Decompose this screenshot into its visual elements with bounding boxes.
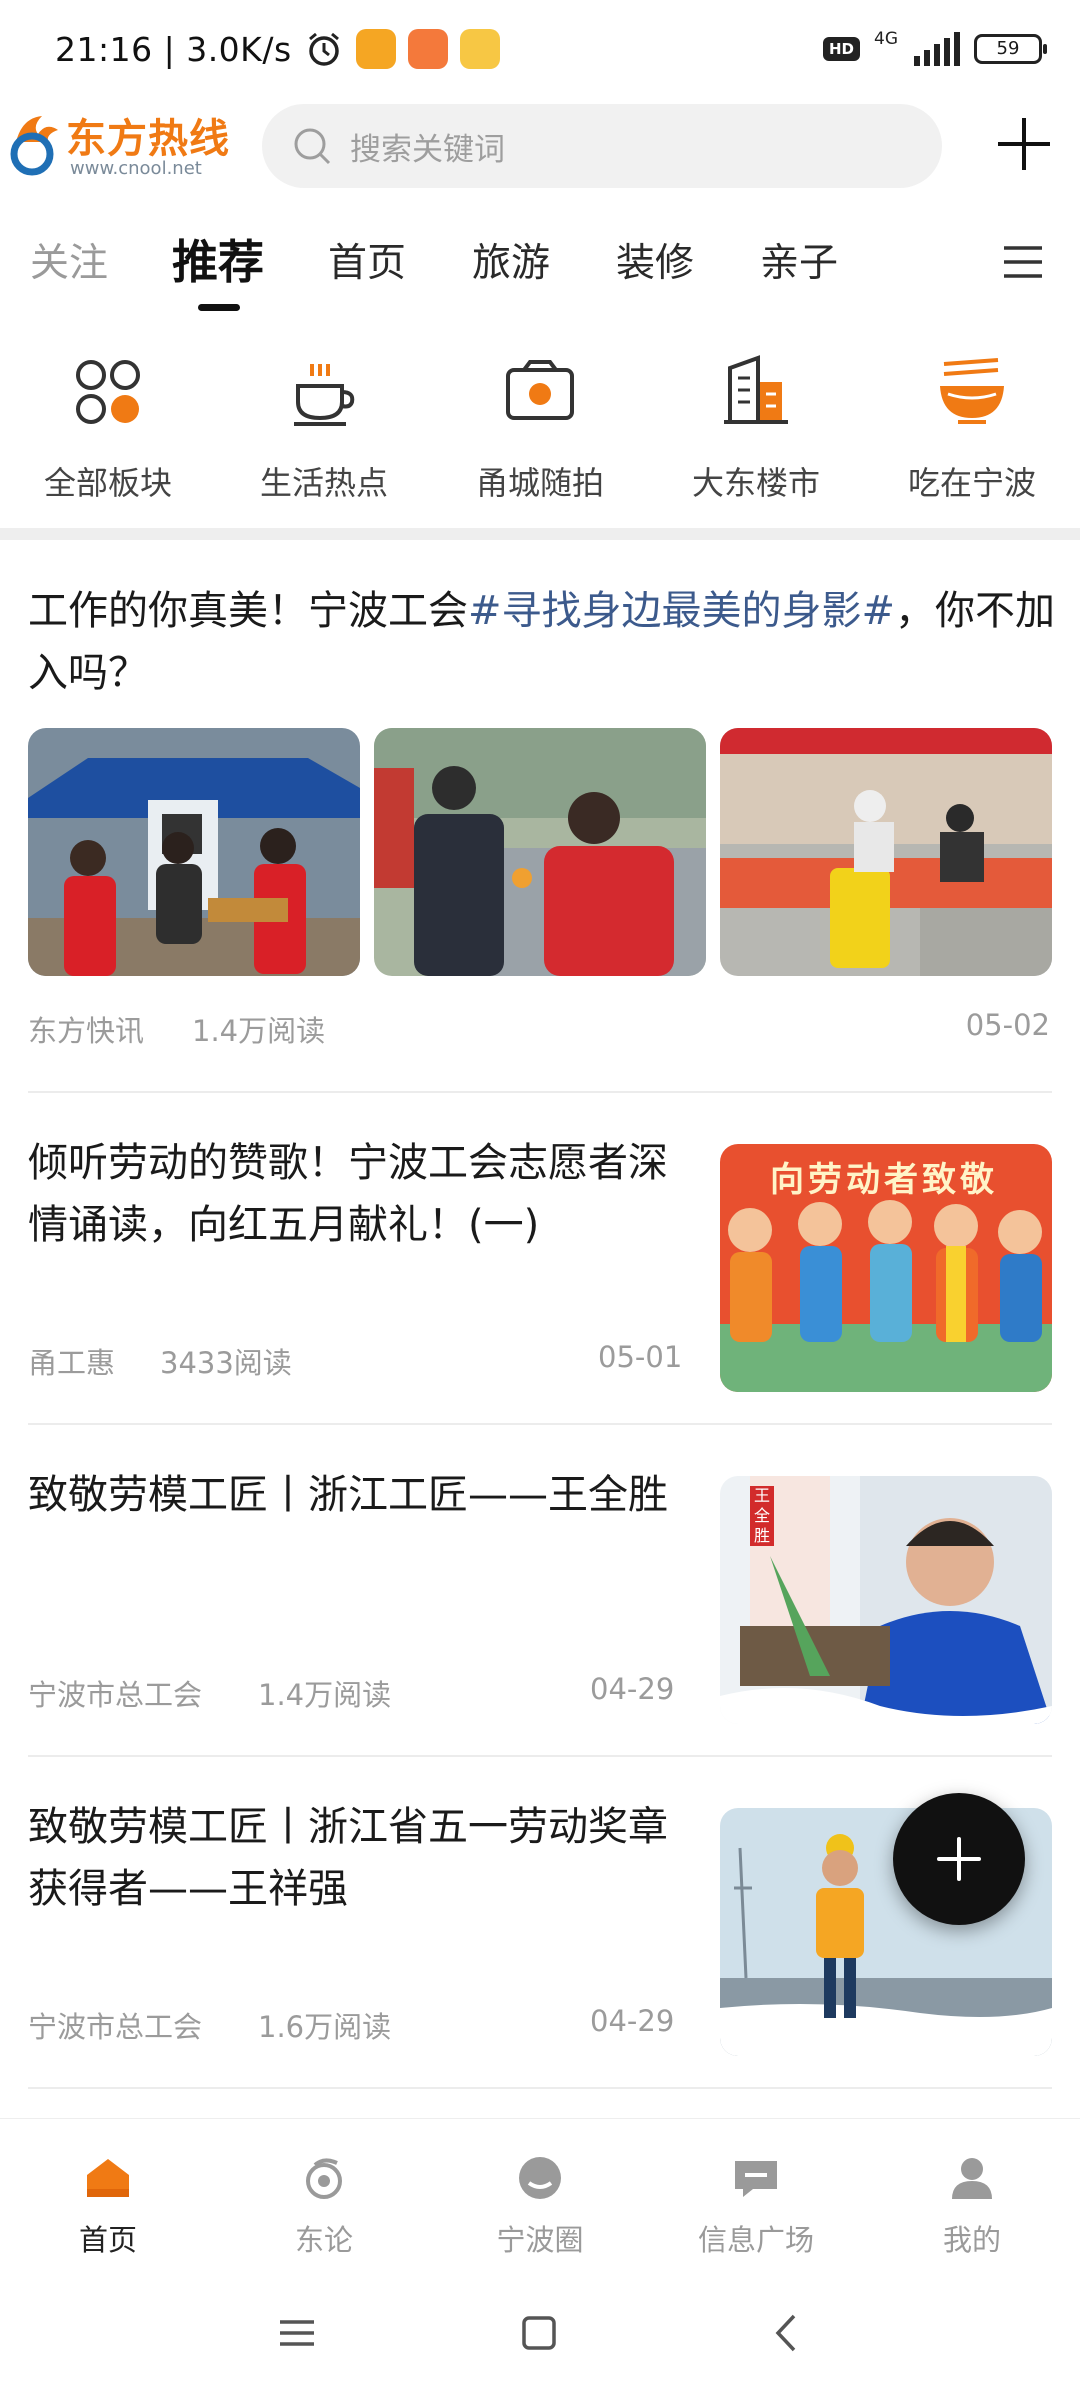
hd-badge: HD (822, 37, 860, 61)
tab-recommend[interactable]: 推荐 (172, 226, 264, 292)
nav-home[interactable]: 首页 (0, 2155, 216, 2259)
coffee-cup-icon (294, 364, 355, 426)
category-label: 吃在宁波 (907, 464, 1036, 502)
logo[interactable]: 东方热线 www.cnool.net (0, 106, 240, 190)
forum-icon (306, 2158, 342, 2199)
grid-icon (76, 360, 140, 424)
feed-item[interactable]: 致敬劳模工匠丨浙江工匠——王全胜 宁波市总工会 1.4万阅读 04-29 王全胜 (0, 1440, 1080, 1772)
shop-notification-icon (407, 29, 448, 69)
nav-ningbo-circle[interactable]: 宁波圈 (432, 2155, 648, 2259)
article-source: 宁波市总工会 (28, 2010, 203, 2044)
category-all-sections[interactable]: 全部板块 (0, 352, 216, 504)
hashtag-link[interactable]: #寻找身边最美的身影# (468, 588, 895, 634)
article-image[interactable] (720, 728, 1052, 976)
tab-follow[interactable]: 关注 (30, 232, 108, 288)
home-icon (87, 2159, 129, 2197)
circle-icon (519, 2157, 561, 2199)
logo-text: 东方热线 (66, 116, 230, 162)
app-notification-icon (355, 29, 396, 69)
system-navigation-bar (0, 2268, 1080, 2400)
feed-separator (28, 1423, 1052, 1425)
search-placeholder: 搜索关键词 (350, 131, 505, 168)
thumbnail-badge: 王全胜 (753, 1486, 770, 1545)
article-thumbnail[interactable]: 王全胜 (720, 1476, 1052, 1724)
category-life-hotspot[interactable]: 生活热点 (216, 352, 432, 504)
article-image[interactable] (374, 728, 706, 976)
article-reads: 1.6万阅读 (258, 2010, 392, 2044)
logo-url: www.cnool.net (70, 158, 202, 179)
message-icon (735, 2161, 777, 2197)
article-title: 工作的你真美！宁波工会#寻找身边最美的身影#，你不加入吗？ (28, 588, 1056, 696)
image-gallery (28, 728, 1052, 976)
category-label: 大东楼市 (691, 464, 820, 502)
article-date: 04-29 (590, 1672, 675, 1706)
nav-label: 首页 (78, 2223, 137, 2257)
nav-label: 信息广场 (697, 2223, 814, 2257)
category-label: 生活热点 (259, 464, 388, 502)
nav-forum[interactable]: 东论 (216, 2155, 432, 2259)
status-bar: 21:16 | 3.0K/s HD 4G 59 (0, 0, 1080, 96)
category-city-snapshots[interactable]: 甬城随拍 (432, 352, 648, 504)
compose-fab-button[interactable] (893, 1793, 1025, 1925)
article-source: 宁波市总工会 (28, 1678, 203, 1712)
weibo-notification-icon (459, 29, 500, 69)
article-reads: 3433阅读 (160, 1346, 292, 1380)
search-icon (294, 128, 331, 165)
recent-apps-icon[interactable] (272, 2308, 322, 2358)
building-icon (724, 355, 788, 424)
search-input[interactable]: 搜索关键词 (262, 104, 942, 188)
category-shortcuts: 全部板块 生活热点 甬城随拍 大东楼市 吃在宁波 (0, 352, 1080, 522)
category-label: 全部板块 (43, 464, 172, 502)
network-type: 4G (874, 28, 898, 49)
category-label: 甬城随拍 (475, 464, 604, 502)
feed-item[interactable]: 工作的你真美！宁波工会#寻找身边最美的身影#，你不加入吗？ 东方快讯 1.4万阅… (0, 560, 1080, 1090)
tab-parenting[interactable]: 亲子 (760, 232, 838, 288)
tab-travel[interactable]: 旅游 (472, 232, 550, 288)
home-button-icon[interactable] (514, 2308, 564, 2358)
app-header: 东方热线 www.cnool.net 搜索关键词 (0, 100, 1080, 196)
camera-icon (506, 360, 574, 420)
logo-mark-icon (10, 116, 58, 176)
category-food-ningbo[interactable]: 吃在宁波 (864, 352, 1080, 504)
nav-label: 宁波圈 (496, 2223, 584, 2257)
feed-separator (28, 2087, 1052, 2089)
article-reads: 1.4万阅读 (258, 1678, 392, 1712)
tab-home[interactable]: 首页 (328, 232, 406, 288)
article-image[interactable] (28, 728, 360, 976)
article-date: 05-02 (965, 1008, 1050, 1042)
back-icon[interactable] (762, 2308, 812, 2358)
alarm-icon (308, 32, 339, 66)
feed-separator (28, 1755, 1052, 1757)
article-thumbnail[interactable]: 向劳动者致敬 (720, 1144, 1052, 1392)
menu-icon[interactable] (1002, 244, 1044, 280)
article-source: 东方快讯 (28, 1014, 145, 1048)
article-reads: 1.4万阅读 (192, 1014, 326, 1048)
status-time: 21:16 | 3.0K/s (55, 29, 292, 69)
add-button[interactable] (994, 114, 1054, 174)
nav-label: 我的 (942, 2223, 1001, 2257)
article-title: 致敬劳模工匠丨浙江省五一劳动奖章获得者——王祥强 (28, 1804, 668, 1912)
active-tab-indicator (198, 304, 240, 311)
profile-icon (952, 2158, 992, 2199)
bottom-navigation: 首页 东论 宁波圈 信息广场 我的 (0, 2118, 1080, 2268)
feed-item[interactable]: 倾听劳动的赞歌！宁波工会志愿者深情诵读，向红五月献礼！(一) 甬工惠 3433阅… (0, 1108, 1080, 1440)
category-real-estate[interactable]: 大东楼市 (648, 352, 864, 504)
article-source: 甬工惠 (28, 1346, 116, 1380)
article-date: 05-01 (598, 1340, 683, 1374)
nav-profile[interactable]: 我的 (864, 2155, 1080, 2259)
thumbnail-caption: 向劳动者致敬 (770, 1160, 998, 1200)
feed-separator (28, 1091, 1052, 1093)
noodle-bowl-icon (940, 358, 1004, 424)
tab-decoration[interactable]: 装修 (616, 232, 694, 288)
article-title: 致敬劳模工匠丨浙江工匠——王全胜 (28, 1472, 668, 1518)
nav-label: 东论 (294, 2223, 353, 2257)
section-divider (0, 528, 1080, 540)
channel-tabs: 关注 推荐 首页 旅游 装修 亲子 (0, 220, 1080, 316)
article-title: 倾听劳动的赞歌！宁波工会志愿者深情诵读，向红五月献礼！(一) (28, 1140, 668, 1248)
signal-icon (914, 32, 960, 66)
battery-indicator: 59 (974, 34, 1047, 64)
article-date: 04-29 (590, 2004, 675, 2038)
nav-info-square[interactable]: 信息广场 (648, 2155, 864, 2259)
